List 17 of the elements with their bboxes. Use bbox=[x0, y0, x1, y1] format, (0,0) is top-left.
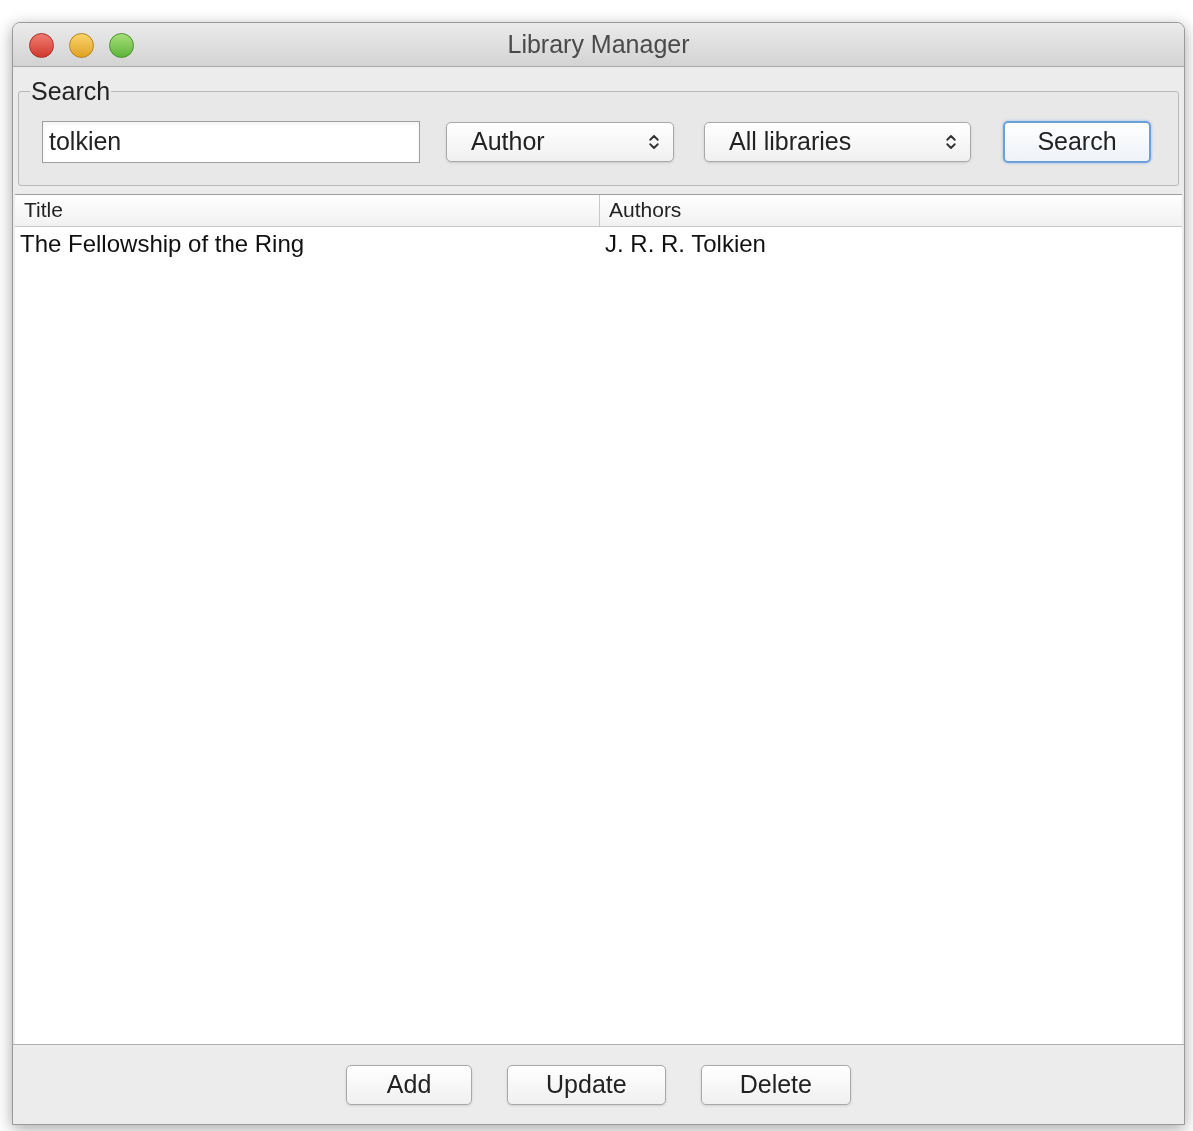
dropdown[interactable]: All libraries bbox=[704, 121, 971, 162]
minimize-icon[interactable] bbox=[69, 33, 94, 58]
table-cell-text: J. R. R. Tolkien bbox=[604, 228, 767, 259]
action-button[interactable]: Add bbox=[346, 1064, 473, 1105]
action-button[interactable]: Delete bbox=[700, 1064, 851, 1105]
close-icon[interactable] bbox=[29, 33, 54, 58]
group-label: Search bbox=[30, 76, 112, 107]
zoom-icon[interactable] bbox=[109, 33, 134, 58]
window-title: Library Manager bbox=[507, 28, 690, 60]
dropdown[interactable]: Author bbox=[446, 121, 674, 162]
search-field[interactable]: tolkien bbox=[42, 120, 420, 163]
column-header[interactable]: Authors bbox=[600, 194, 1182, 226]
table-cell-text: The Fellowship of the Ring bbox=[19, 228, 306, 259]
column-header[interactable]: Title bbox=[15, 194, 600, 226]
action-button[interactable]: Update bbox=[507, 1064, 666, 1105]
search-button[interactable]: Search bbox=[1003, 120, 1151, 163]
table-row[interactable]: The Fellowship of the Ring J. R. R. Tolkien bbox=[15, 226, 1182, 261]
